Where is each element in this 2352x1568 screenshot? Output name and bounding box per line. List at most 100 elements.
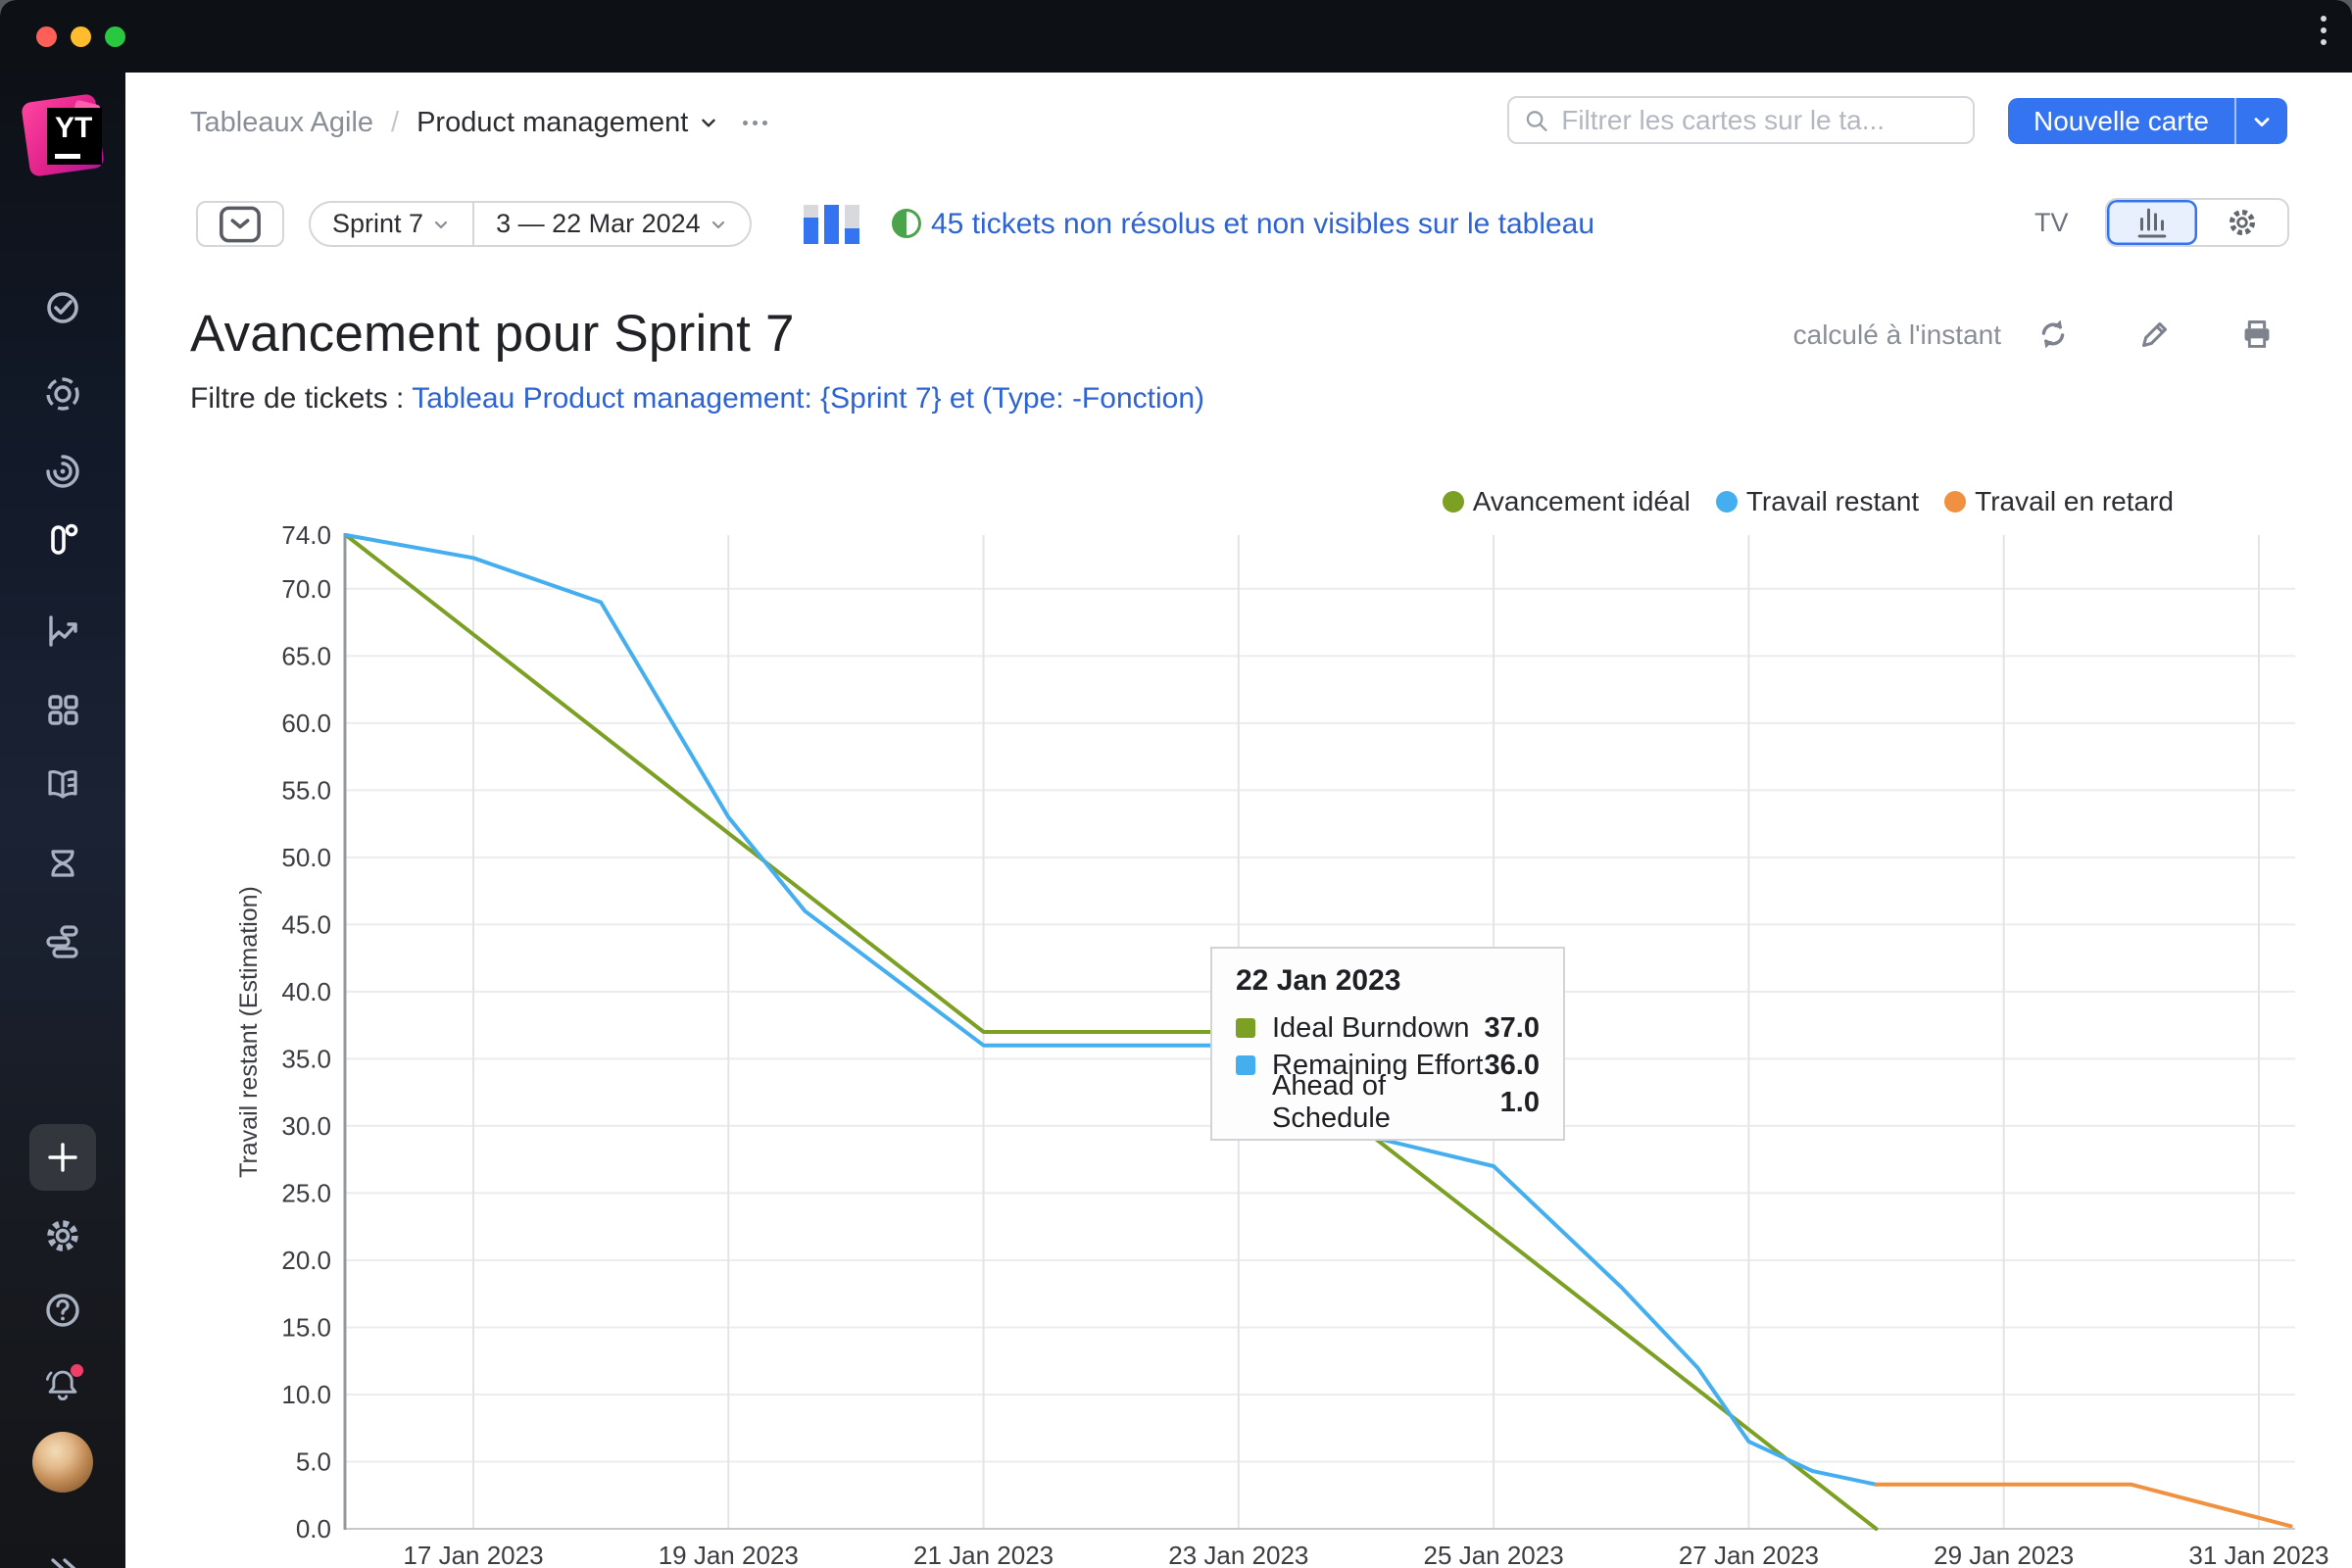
sprint-selector[interactable]: Sprint 7	[311, 203, 472, 245]
edit-button[interactable]	[2132, 312, 2178, 357]
search-input[interactable]	[1559, 103, 1959, 137]
unresolved-tickets-link[interactable]: 45 tickets non résolus et non visibles s…	[931, 208, 1594, 241]
help-icon	[46, 1294, 79, 1327]
window-titlebar	[0, 0, 2352, 73]
logo-text: YT	[55, 112, 93, 144]
refresh-icon	[2041, 319, 2065, 349]
pencil-icon	[2141, 321, 2168, 348]
chart-tooltip: 22 Jan 2023 Ideal Burndown 37.0 Remaining …	[1210, 947, 1565, 1141]
sidebar-item-apps[interactable]	[40, 687, 85, 732]
date-range-selector[interactable]: 3 — 22 Mar 2024	[472, 203, 750, 245]
tooltip-label: Ideal Burndown	[1272, 1011, 1470, 1044]
tooltip-swatch-icon	[1236, 1055, 1255, 1075]
refresh-button[interactable]	[2031, 312, 2076, 357]
book-icon	[48, 770, 77, 799]
breadcrumb-current[interactable]: Product management	[416, 107, 719, 139]
legend-label: Avancement idéal	[1472, 486, 1690, 516]
sidebar-item-tasks[interactable]	[40, 285, 85, 330]
breadcrumb: Tableaux Agile / Product management	[190, 98, 768, 147]
legend-label: Travail restant	[1745, 486, 1920, 516]
create-button[interactable]	[29, 1124, 96, 1191]
gear-icon	[2229, 209, 2256, 236]
chevron-down-icon	[711, 220, 724, 228]
search-icon	[1526, 110, 1547, 131]
board-inbox-icon	[220, 206, 261, 242]
sidebar-item-knowledge-base[interactable]	[40, 762, 85, 808]
filter-search	[1507, 96, 1975, 144]
sidebar-item-insights[interactable]	[40, 449, 85, 494]
sidebar-notifications[interactable]	[40, 1361, 85, 1406]
filter-query-link[interactable]: Tableau Product management: {Sprint 7} e…	[412, 382, 1204, 415]
sidebar: YT	[0, 73, 125, 1568]
breadcrumb-root[interactable]: Tableaux Agile	[190, 107, 373, 139]
close-button[interactable]	[36, 26, 57, 47]
tv-mode-button[interactable]: TV	[2034, 208, 2069, 238]
sidebar-item-timesheets[interactable]	[40, 841, 85, 886]
ticket-filter: Filtre de tickets : Tableau Product mana…	[190, 382, 1204, 416]
new-card-split-button: Nouvelle carte	[2008, 98, 2287, 144]
sidebar-item-reports[interactable]	[40, 609, 85, 654]
chevrons-right-icon	[51, 1558, 76, 1568]
tooltip-value: 1.0	[1499, 1086, 1540, 1118]
sprint-progress-bars-icon	[804, 205, 859, 244]
sidebar-item-agile-board[interactable]	[40, 516, 85, 562]
tooltip-swatch-icon	[1236, 1093, 1255, 1112]
legend-dot-icon	[1715, 491, 1738, 513]
legend-item[interactable]: Avancement idéal	[1442, 486, 1690, 517]
tooltip-row: Ahead of Schedule 1.0	[1236, 1070, 1540, 1134]
sidebar-settings[interactable]	[40, 1213, 85, 1258]
tooltip-value: 37.0	[1484, 1011, 1540, 1044]
window-menu-icon[interactable]	[2321, 16, 2328, 51]
histogram-icon	[2137, 208, 2167, 238]
youtrack-logo[interactable]: YT	[21, 93, 105, 177]
breadcrumb-separator: /	[391, 106, 400, 138]
sidebar-item-helpdesk[interactable]	[40, 371, 85, 416]
board-more-menu-icon[interactable]	[743, 120, 768, 125]
plus-icon	[48, 1143, 77, 1172]
legend-dot-icon	[1442, 491, 1464, 513]
resolved-ratio-icon	[892, 209, 921, 238]
app-window: YT Tableaux Agile / Product management F…	[0, 0, 2352, 1568]
grid-icon	[48, 695, 78, 725]
legend-label: Travail en retard	[1975, 486, 2174, 516]
zoom-button[interactable]	[105, 26, 125, 47]
chart-view-button[interactable]	[2107, 200, 2197, 245]
chevron-down-icon	[2254, 117, 2270, 126]
tooltip-swatch-icon	[1236, 1018, 1255, 1038]
new-card-dropdown-button[interactable]	[2233, 98, 2287, 144]
tooltip-label: Ahead of Schedule	[1272, 1070, 1391, 1134]
agile-board-icon	[51, 523, 78, 555]
chevron-down-icon	[702, 119, 716, 127]
main-content: Tableaux Agile / Product management Nouv…	[125, 73, 2352, 1568]
page-title: Avancement pour Sprint 7	[190, 305, 795, 363]
gantt-bars-icon	[46, 925, 78, 958]
minimize-button[interactable]	[71, 26, 91, 47]
sidebar-expand[interactable]	[40, 1546, 85, 1568]
legend-item[interactable]: Travail restant	[1715, 486, 1920, 517]
sidebar-help[interactable]	[40, 1288, 85, 1333]
hourglass-icon	[51, 850, 74, 877]
chart-legend: Avancement idéal Travail restant Travail e…	[1442, 486, 2174, 517]
lifebuoy-icon	[46, 377, 79, 411]
tooltip-date: 22 Jan 2023	[1236, 964, 1401, 997]
legend-item[interactable]: Travail en retard	[1944, 486, 2174, 517]
chevron-down-icon	[434, 220, 448, 228]
board-selector-button[interactable]	[196, 201, 284, 247]
new-card-button[interactable]: Nouvelle carte	[2008, 98, 2234, 144]
view-mode-toggle	[2105, 198, 2289, 247]
trend-chart-icon	[49, 615, 77, 647]
sidebar-item-gantt[interactable]	[40, 919, 85, 964]
tooltip-row: Ideal Burndown 37.0	[1236, 1009, 1540, 1047]
printer-icon	[2244, 320, 2270, 348]
filter-prefix: Filtre de tickets :	[190, 382, 405, 415]
check-circle-icon	[47, 292, 78, 323]
notification-badge	[71, 1364, 83, 1377]
sprint-selector-group: Sprint 7 3 — 22 Mar 2024	[309, 201, 752, 247]
legend-dot-icon	[1944, 491, 1967, 513]
print-button[interactable]	[2234, 312, 2279, 357]
spiral-arcs-icon	[46, 455, 79, 488]
gear-icon	[47, 1220, 78, 1251]
calculated-note: calculé à l'instant	[1792, 319, 2001, 350]
user-avatar[interactable]	[32, 1432, 93, 1493]
chart-settings-button[interactable]	[2197, 200, 2287, 245]
